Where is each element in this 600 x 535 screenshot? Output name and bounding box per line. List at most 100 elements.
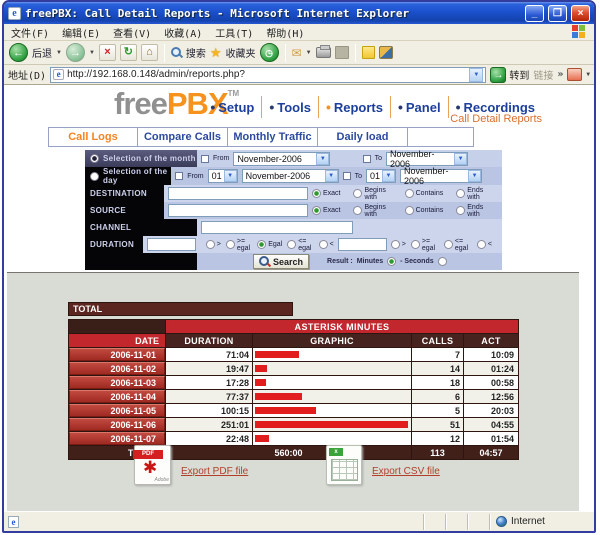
back-icon[interactable]: ←: [9, 43, 28, 62]
export-pdf-link[interactable]: Export PDF file: [181, 466, 248, 477]
tab-compare-calls[interactable]: Compare Calls: [138, 128, 228, 146]
op-gte[interactable]: >= egal: [226, 238, 252, 252]
nav-label[interactable]: Reports: [334, 100, 383, 115]
radio-icon[interactable]: [456, 206, 465, 215]
search-button[interactable]: Search: [253, 254, 309, 269]
seconds-radio[interactable]: [438, 257, 447, 266]
menu-favorites[interactable]: 收藏(A): [164, 25, 202, 40]
chevron-down-icon[interactable]: ▼: [468, 170, 481, 182]
radio-icon[interactable]: [287, 240, 296, 249]
notes-icon[interactable]: [362, 46, 375, 59]
channel-input[interactable]: [201, 221, 353, 234]
favorites-label[interactable]: 收藏夹: [226, 45, 256, 60]
nav-label[interactable]: Panel: [406, 100, 441, 115]
menu-tools[interactable]: 工具(T): [215, 25, 253, 40]
favorites-star-icon[interactable]: ★: [210, 46, 222, 59]
op-lte[interactable]: <= egal: [287, 238, 313, 252]
messenger-icon[interactable]: [379, 46, 393, 59]
option-contains[interactable]: Contains: [405, 206, 444, 215]
date-cell[interactable]: 2006-11-06: [69, 418, 165, 431]
search-label[interactable]: 搜索: [186, 45, 206, 60]
day-from-month-select[interactable]: November-2006▼: [242, 169, 339, 183]
radio-icon[interactable]: [405, 189, 414, 198]
forward-icon[interactable]: →: [66, 43, 85, 62]
radio-icon[interactable]: [391, 240, 400, 249]
radio-icon[interactable]: [353, 189, 362, 198]
date-cell[interactable]: 2006-11-03: [69, 376, 165, 389]
chevron-down-icon[interactable]: ▼: [454, 153, 467, 165]
chevron-down-icon[interactable]: ▼: [325, 170, 338, 182]
day-radio[interactable]: [90, 172, 99, 181]
radio-icon[interactable]: [226, 240, 235, 249]
op-lt[interactable]: <: [319, 240, 334, 249]
radio-icon[interactable]: [405, 206, 414, 215]
option-ends-with[interactable]: Ends with: [456, 187, 490, 201]
date-cell[interactable]: 2006-11-07: [69, 432, 165, 445]
maximize-button[interactable]: ❐: [548, 5, 567, 22]
mail-icon[interactable]: ✉: [292, 46, 302, 60]
op-equal[interactable]: Egal: [257, 240, 282, 249]
day-from-checkbox[interactable]: [175, 172, 183, 180]
month-to-select[interactable]: November-2006▼: [386, 152, 468, 166]
day-from-day-select[interactable]: 01▼: [208, 169, 238, 183]
links-label[interactable]: 链接: [533, 67, 553, 82]
day-to-month-select[interactable]: November-2006▼: [400, 169, 482, 183]
destination-input[interactable]: [168, 187, 307, 200]
radio-icon[interactable]: [312, 189, 321, 198]
history-icon[interactable]: ◷: [260, 43, 279, 62]
search-icon[interactable]: [171, 47, 182, 58]
duration-min-input[interactable]: [147, 238, 196, 251]
tab-monthly-traffic[interactable]: Monthly Traffic: [228, 128, 318, 146]
tab-call-logs[interactable]: Call Logs: [48, 128, 138, 146]
addons-icon[interactable]: [567, 68, 582, 81]
close-button[interactable]: ×: [571, 5, 590, 22]
export-csv-link[interactable]: Export CSV file: [372, 466, 440, 477]
radio-icon[interactable]: [477, 240, 486, 249]
date-cell[interactable]: 2006-11-05: [69, 404, 165, 417]
radio-icon[interactable]: [456, 189, 465, 198]
month-radio[interactable]: [90, 154, 99, 163]
nav-label[interactable]: Setup: [218, 100, 254, 115]
menu-help[interactable]: 帮助(H): [266, 25, 304, 40]
date-cell[interactable]: 2006-11-01: [69, 348, 165, 361]
option-begins-with[interactable]: Begins with: [353, 204, 391, 218]
nav-item-setup[interactable]: •Setup: [203, 96, 261, 118]
op-lt[interactable]: <: [477, 240, 492, 249]
stop-icon[interactable]: ×: [99, 44, 116, 61]
chevron-down-icon[interactable]: ▼: [316, 153, 329, 165]
option-contains[interactable]: Contains: [405, 189, 444, 198]
print-icon[interactable]: [316, 47, 331, 58]
back-label[interactable]: 后退: [32, 45, 52, 60]
op-gt[interactable]: >: [206, 240, 221, 249]
refresh-icon[interactable]: ↻: [120, 44, 137, 61]
address-dropdown-icon[interactable]: ▼: [469, 68, 483, 82]
nav-item-reports[interactable]: •Reports: [318, 96, 390, 118]
radio-icon[interactable]: [206, 240, 215, 249]
home-icon[interactable]: ⌂: [141, 44, 158, 61]
radio-icon[interactable]: [411, 240, 420, 249]
back-caret-icon[interactable]: ▼: [56, 50, 62, 56]
chevron-down-icon[interactable]: ▼: [224, 170, 237, 182]
tab-daily-load[interactable]: Daily load: [318, 128, 408, 146]
radio-icon[interactable]: [319, 240, 328, 249]
option-begins-with[interactable]: Begins with: [353, 187, 391, 201]
pdf-file-icon[interactable]: PDF ✱ Adobe: [134, 445, 171, 485]
nav-label[interactable]: Tools: [277, 100, 311, 115]
radio-icon[interactable]: [353, 206, 362, 215]
addons-caret-icon[interactable]: ▼: [586, 71, 590, 78]
option-exact[interactable]: Exact: [312, 189, 341, 198]
op-lte[interactable]: <= egal: [444, 238, 472, 252]
date-cell[interactable]: 2006-11-02: [69, 362, 165, 375]
address-url[interactable]: http://192.168.0.148/admin/reports.php?: [67, 69, 466, 80]
chevron-down-icon[interactable]: ▼: [382, 170, 395, 182]
go-label[interactable]: 转到: [509, 67, 529, 82]
radio-icon[interactable]: [257, 240, 266, 249]
day-to-day-select[interactable]: 01▼: [366, 169, 396, 183]
nav-item-panel[interactable]: •Panel: [390, 96, 448, 118]
menu-file[interactable]: 文件(F): [11, 25, 49, 40]
op-gt[interactable]: >: [391, 240, 406, 249]
month-from-select[interactable]: November-2006▼: [233, 152, 330, 166]
minimize-button[interactable]: _: [525, 5, 544, 22]
csv-file-icon[interactable]: x: [326, 445, 362, 485]
go-button[interactable]: → 转到: [490, 67, 529, 83]
